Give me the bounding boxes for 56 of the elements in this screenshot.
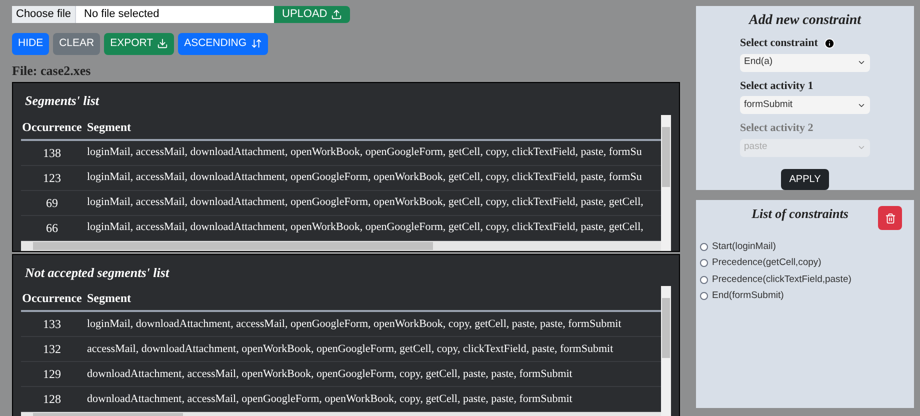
column-header: Segment xyxy=(86,290,132,307)
panel-title: List of constraints xyxy=(752,205,848,223)
field-label: Select constraint xyxy=(740,36,818,51)
table-cell-text: 128 xyxy=(42,391,62,408)
column-header: Segment xyxy=(86,118,132,136)
table-cell-text: 123 xyxy=(42,170,62,186)
radio-button[interactable] xyxy=(700,276,708,284)
toolbar-button[interactable]: ASCENDING xyxy=(178,32,268,54)
table-title: Not accepted segments' list xyxy=(24,264,170,282)
file-label: File: case2.xes xyxy=(12,62,92,80)
table-cell-text: 69 xyxy=(45,194,59,212)
column-header: Occurrence xyxy=(21,290,83,307)
radio-button[interactable] xyxy=(700,243,708,252)
table-cell-text: downloadAttachment, accessMail, openGoogleForm, openWorkBook, copy, getCell, paste, paste, formSubmit xyxy=(86,392,574,407)
vertical-scrollbar[interactable] xyxy=(661,114,671,250)
constraint-label: End(formSubmit) xyxy=(712,288,784,303)
table-cell-text: 133 xyxy=(42,316,62,333)
table-cell-text: downloadAttachment, accessMail, openWorkBook, openGoogleForm, copy, getCell, paste, paste, formSubmit xyxy=(86,366,574,382)
radio-button[interactable] xyxy=(700,259,708,268)
table-cell-text: loginMail, accessMail, downloadAttachment, openGoogleForm, openWorkBook, getCell, copy, clickTextField, paste, formSu xyxy=(86,170,643,186)
toolbar-button[interactable]: EXPORT xyxy=(104,32,174,54)
table-cell-text: 138 xyxy=(42,144,62,162)
delete-button[interactable] xyxy=(878,206,902,230)
file-input[interactable]: Choose file No file selected xyxy=(12,6,274,22)
table-cell-text: loginMail, downloadAttachment, accessMail, openGoogleForm, openWorkBook, copy, getCell, paste, paste, formSubmit xyxy=(86,316,622,332)
select-field[interactable]: formSubmit xyxy=(740,96,870,114)
upload-button[interactable]: UPLOAD xyxy=(274,6,350,22)
apply-button[interactable]: APPLY xyxy=(781,168,829,190)
table-cell-text: 129 xyxy=(42,366,62,383)
field-label: Select activity 2 xyxy=(740,121,814,136)
table-cell-text: loginMail, accessMail, downloadAttachment, openGoogleForm, openWorkBook, getCell, copy, clickTextField, paste, getCell, xyxy=(86,195,644,210)
table-cell-text: 132 xyxy=(42,341,62,358)
table-cell-text: loginMail, accessMail, downloadAttachment, openWorkBook, openGoogleForm, getCell, copy, clickTextField, paste, getCell, xyxy=(86,220,644,236)
select-field[interactable]: End(a) xyxy=(740,54,870,72)
sort-icon xyxy=(250,38,262,49)
table-cell-text: loginMail, accessMail, downloadAttachment, openWorkBook, openGoogleForm, getCell, copy, clickTextField, paste, formSu xyxy=(86,145,643,160)
table-cell-text: accessMail, downloadAttachment, openWorkBook, openGoogleForm, getCell, copy, clickTextField, paste, formSubmit xyxy=(86,342,614,357)
field-label: Select activity 1 xyxy=(740,78,814,94)
radio-button[interactable] xyxy=(700,292,708,300)
info-icon[interactable] xyxy=(824,38,835,49)
constraint-label: Start(loginMail) xyxy=(712,240,776,254)
trash-icon xyxy=(884,212,896,224)
upload-icon xyxy=(331,8,342,20)
constraint-label: Precedence(getCell,copy) xyxy=(712,256,822,270)
chevron-icon xyxy=(857,143,866,152)
download-icon xyxy=(157,38,168,49)
constraint-label: Precedence(clickTextField,paste) xyxy=(712,272,852,286)
toolbar-button[interactable]: HIDE xyxy=(12,32,50,54)
table-cell-text: 66 xyxy=(45,220,59,236)
column-header: Occurrence xyxy=(21,118,83,136)
panel-title: Add new constraint xyxy=(748,12,862,30)
horizontal-scrollbar[interactable] xyxy=(21,240,661,250)
vertical-scrollbar[interactable] xyxy=(661,286,671,416)
table-title: Segments' list xyxy=(24,92,100,110)
toolbar-button[interactable]: CLEAR xyxy=(53,32,100,54)
chevron-icon xyxy=(857,58,866,67)
